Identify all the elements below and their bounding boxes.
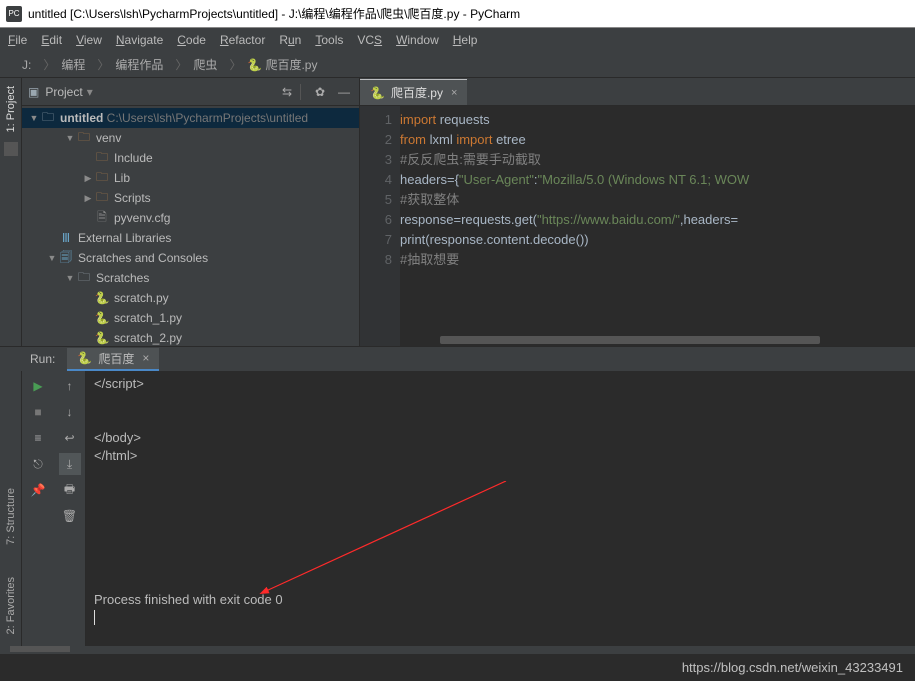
up-arrow-icon[interactable]: ↑ [59,375,81,397]
pin-icon[interactable]: 📌 [27,479,49,501]
tree-item[interactable]: 🐍scratch_1.py [22,308,359,328]
editor-area: 🐍 爬百度.py × 12345678 import requests from… [360,78,915,346]
dropdown-icon[interactable]: ▾ [87,85,93,99]
menubar: File Edit View Navigate Code Refactor Ru… [0,28,915,52]
down-arrow-icon[interactable]: ↓ [59,401,81,423]
breadcrumb[interactable]: 爬虫 [193,56,217,73]
close-icon[interactable]: × [451,87,457,99]
run-tool-window: Run: 🐍 爬百度 × 7: Structure 2: Favorites ▶… [0,346,915,654]
sidebar-favorites-tab[interactable]: 2: Favorites [5,571,17,640]
rerun-icon[interactable]: ▶ [27,375,49,397]
editor-tab[interactable]: 🐍 爬百度.py × [360,79,467,105]
menu-file[interactable]: File [8,33,27,47]
close-icon[interactable]: × [142,351,149,365]
gutter: 12345678 [360,106,400,346]
project-panel: ▣ Project ▾ ⇆ ✿ — 🗀 untitled C:\Users\ls… [22,78,360,346]
layout-icon[interactable]: ≡ [27,427,49,449]
menu-refactor[interactable]: Refactor [220,33,265,47]
tree-item[interactable]: 🐍scratch_2.py [22,328,359,346]
sidebar-structure-tab[interactable]: 7: Structure [5,482,17,551]
menu-view[interactable]: View [76,33,102,47]
titlebar: PC untitled [C:\Users\lsh\PycharmProject… [0,0,915,28]
code-area[interactable]: import requests from lxml import etree #… [400,106,915,346]
folder-icon: 🗀 [40,108,56,129]
breadcrumb[interactable]: 编程 [61,56,85,73]
tree-item[interactable]: 🗀venv [22,128,359,148]
python-file-icon: 🐍 [370,86,385,100]
run-header: Run: 🐍 爬百度 × [0,347,915,371]
gear-icon[interactable]: ✿ [311,83,329,101]
scroll-to-end-icon[interactable]: ⤓ [59,453,81,475]
run-label: Run: [30,352,55,366]
tree-item[interactable]: 🗐Scratches and Consoles [22,248,359,268]
tree-item[interactable]: 🐍scratch.py [22,288,359,308]
project-panel-title[interactable]: Project [45,85,82,99]
soft-wrap-icon[interactable]: ↩ [59,427,81,449]
tree-item[interactable]: ⅢExternal Libraries [22,228,359,248]
watermark-text: https://blog.csdn.net/weixin_43233491 [682,660,903,675]
print-icon[interactable]: 🖶 [59,479,81,501]
tree-item[interactable]: 🗎pyvenv.cfg [22,208,359,228]
tree-item[interactable]: 🗀Include [22,148,359,168]
project-panel-header: ▣ Project ▾ ⇆ ✿ — [22,78,359,106]
python-file-icon: 🐍 [77,351,92,365]
stop-icon[interactable]: ■ [27,401,49,423]
menu-edit[interactable]: Edit [41,33,62,47]
folder-icon: ▣ [28,85,39,99]
trash-icon[interactable]: 🗑 [59,505,81,527]
run-config-tab[interactable]: 🐍 爬百度 × [67,348,159,371]
project-tree[interactable]: 🗀 untitled C:\Users\lsh\PycharmProjects\… [22,106,359,346]
run-toolbar-primary: ▶ ■ ≡ ⎋ 📌 [22,371,54,646]
menu-code[interactable]: Code [177,33,206,47]
tree-item[interactable]: 🗀Scratches [22,268,359,288]
breadcrumb[interactable]: 编程作品 [115,56,163,73]
left-tool-rail-lower: 7: Structure 2: Favorites [0,371,22,646]
python-file-icon: 🐍 [247,58,261,72]
tree-item[interactable]: 🗀Scripts [22,188,359,208]
navigation-bar: J:〉 编程〉 编程作品〉 爬虫〉 🐍爬百度.py [0,52,915,78]
menu-run[interactable]: Run [279,33,301,47]
editor-tab-bar: 🐍 爬百度.py × [360,78,915,106]
menu-tools[interactable]: Tools [315,33,343,47]
run-toolbar-secondary: ↑ ↓ ↩ ⤓ 🖶 🗑 [54,371,86,646]
hide-icon[interactable]: — [335,83,353,101]
menu-vcs[interactable]: VCS [357,33,382,47]
menu-help[interactable]: Help [453,33,478,47]
tree-item[interactable]: 🗀Lib [22,168,359,188]
pycharm-app-icon: PC [6,6,22,22]
breadcrumb[interactable]: J: [22,58,31,72]
menu-window[interactable]: Window [396,33,439,47]
breadcrumb[interactable]: 🐍爬百度.py [247,56,317,73]
menu-navigate[interactable]: Navigate [116,33,163,47]
left-tool-rail: 1: Project [0,78,22,346]
tool-window-icon[interactable] [4,142,18,156]
sidebar-project-tab[interactable]: 1: Project [5,80,17,138]
exit-icon[interactable]: ⎋ [27,453,49,475]
window-title: untitled [C:\Users\lsh\PycharmProjects\u… [28,5,520,22]
collapse-all-icon[interactable]: ⇆ [278,83,296,101]
editor-body[interactable]: 12345678 import requests from lxml impor… [360,106,915,346]
horizontal-scrollbar[interactable] [0,646,915,654]
tree-root[interactable]: 🗀 untitled C:\Users\lsh\PycharmProjects\… [22,108,359,128]
console-output[interactable]: </script> </body></html> Process finishe… [86,371,915,646]
